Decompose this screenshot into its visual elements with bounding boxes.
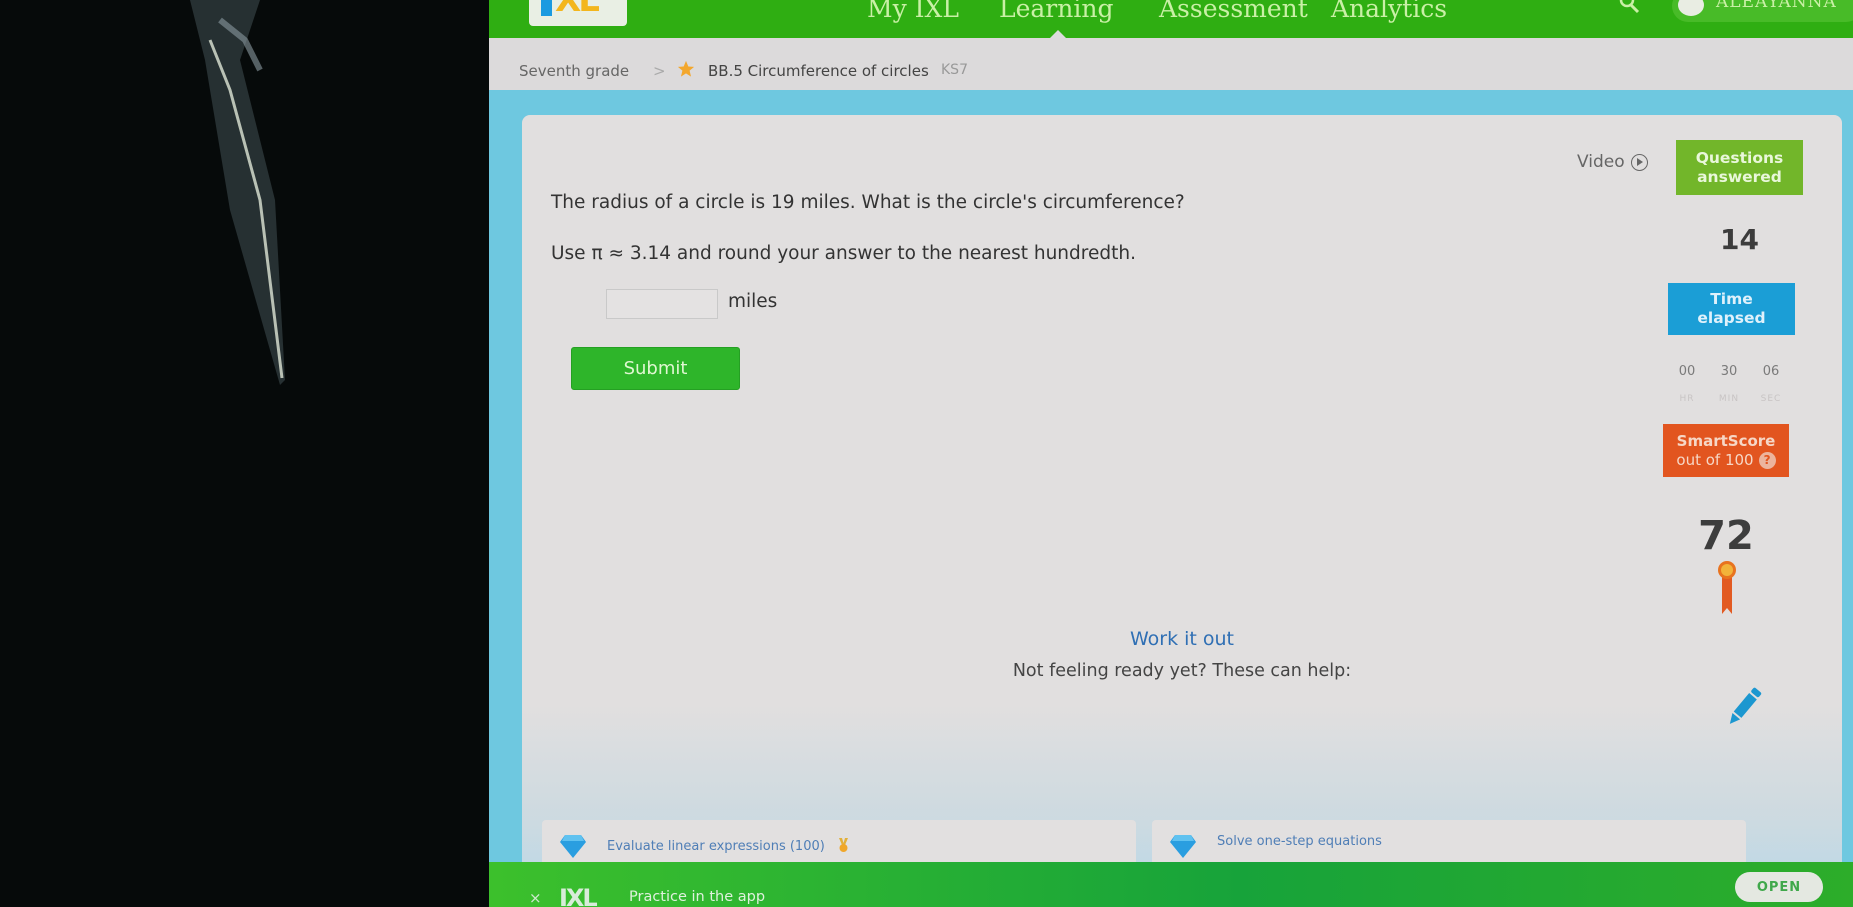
timer-minutes-label: MIN [1718, 394, 1740, 404]
time-label-line1: Time [1710, 290, 1753, 308]
timer-hours-label: HR [1679, 394, 1695, 404]
diamond-icon [560, 835, 586, 858]
question-instruction: Use π ≈ 3.14 and round your answer to th… [551, 243, 1136, 264]
video-button[interactable]: Video [1577, 152, 1648, 172]
smartscore-label: SmartScore out of 100 ? [1663, 424, 1789, 477]
nav-assessment[interactable]: Assessment [1159, 0, 1308, 23]
medal-ribbon-icon [1718, 561, 1736, 614]
avatar [1678, 0, 1704, 16]
suggestion-label: Solve one-step equations [1217, 834, 1382, 849]
nav-analytics[interactable]: Analytics [1331, 0, 1447, 23]
app-banner: × IXL Practice in the app OPEN [489, 862, 1853, 907]
answer-input[interactable] [606, 289, 718, 319]
open-app-button[interactable]: OPEN [1735, 872, 1823, 902]
smartscore-out-of: out of 100 [1676, 450, 1754, 469]
suggestion-text: Evaluate linear expressions (100) [607, 839, 825, 854]
questions-label-line2: answered [1697, 167, 1782, 186]
ixl-app-logo: IXL [559, 884, 598, 907]
not-ready-text: Not feeling ready yet? These can help: [1012, 661, 1352, 681]
timer-seconds-label: SEC [1760, 394, 1782, 404]
top-navigation: XL My IXL Learning Assessment Analytics … [489, 0, 1853, 39]
user-menu[interactable]: ALEAYANNA [1672, 0, 1853, 22]
breadcrumb-grade[interactable]: Seventh grade [519, 62, 629, 80]
breadcrumb-separator: > [653, 62, 666, 80]
timer-seconds: 06 [1762, 364, 1780, 379]
photo-of-screen: XL My IXL Learning Assessment Analytics … [0, 0, 1853, 907]
timer-minutes: 30 [1720, 364, 1738, 379]
practice-panel: The radius of a circle is 19 miles. What… [522, 115, 1842, 880]
nav-learning[interactable]: Learning [999, 0, 1113, 23]
submit-button[interactable]: Submit [571, 347, 740, 390]
help-icon[interactable]: ? [1758, 451, 1776, 469]
logo-bar [541, 0, 552, 16]
user-name: ALEAYANNA [1716, 0, 1837, 12]
suggestion-label: Evaluate linear expressions (100) [607, 838, 848, 854]
ixl-logo[interactable]: XL [529, 0, 627, 26]
question-prompt: The radius of a circle is 19 miles. What… [551, 192, 1185, 213]
search-icon[interactable] [1619, 0, 1641, 16]
time-elapsed-label: Time elapsed [1668, 283, 1795, 335]
answer-units: miles [728, 291, 778, 312]
breadcrumb: Seventh grade > BB.5 Circumference of ci… [489, 38, 1853, 90]
work-it-out-link[interactable]: Work it out [522, 628, 1842, 650]
smartscore-value: 72 [1698, 513, 1754, 559]
timer-hours: 00 [1678, 364, 1696, 379]
time-label-line2: elapsed [1697, 309, 1766, 327]
questions-answered-count: 14 [1720, 223, 1759, 256]
ixl-screen: XL My IXL Learning Assessment Analytics … [489, 0, 1853, 907]
breadcrumb-code: KS7 [941, 62, 968, 78]
smartscore-title: SmartScore [1676, 431, 1776, 450]
screen-glare-reflection [190, 0, 285, 385]
pencil-icon[interactable] [1722, 685, 1766, 729]
app-banner-text: Practice in the app [629, 889, 766, 905]
smartscore-subtitle: out of 100 ? [1663, 451, 1789, 470]
breadcrumb-skill: BB.5 Circumference of circles [708, 62, 929, 80]
logo-text: XL [555, 0, 600, 20]
play-circle-icon [1630, 153, 1648, 171]
star-icon [677, 60, 695, 77]
video-label: Video [1577, 152, 1625, 172]
close-icon[interactable]: × [529, 889, 542, 907]
medal-icon [838, 838, 848, 852]
questions-label-line1: Questions [1695, 148, 1784, 167]
nav-my-ixl[interactable]: My IXL [867, 0, 959, 23]
questions-answered-label: Questions answered [1676, 140, 1803, 195]
diamond-icon [1170, 835, 1196, 858]
